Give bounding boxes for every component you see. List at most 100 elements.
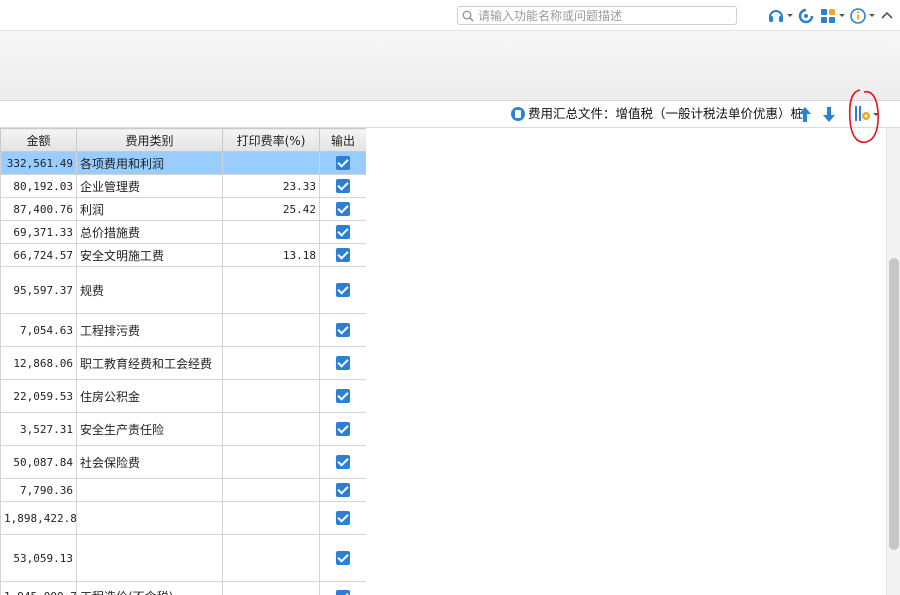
output-checkbox[interactable]	[336, 356, 350, 371]
category-cell[interactable]: 总价措施费	[76, 220, 223, 244]
rate-cell[interactable]	[222, 220, 320, 244]
amount-cell[interactable]: 22,059.53	[0, 379, 77, 413]
amount-cell[interactable]: 7,790.36	[0, 478, 77, 502]
amount-cell[interactable]: 7,054.63	[0, 313, 77, 347]
amount-cell[interactable]: 1,945,000.71	[0, 581, 77, 595]
amount-cell[interactable]: 80,192.03	[0, 174, 77, 198]
rate-cell[interactable]	[222, 412, 320, 446]
output-cell[interactable]	[319, 534, 366, 582]
amount-cell[interactable]: 66,724.57	[0, 243, 77, 267]
amount-cell[interactable]: 1,898,422.85	[0, 501, 77, 535]
output-checkbox[interactable]	[336, 248, 350, 263]
output-checkbox[interactable]	[336, 511, 350, 526]
output-cell[interactable]	[319, 412, 366, 446]
rate-cell[interactable]	[222, 151, 320, 175]
output-checkbox[interactable]	[336, 225, 350, 240]
table-row[interactable]: 7,054.63 工程排污费	[0, 313, 366, 347]
move-up-arrow-icon[interactable]	[798, 106, 812, 123]
output-cell[interactable]	[319, 501, 366, 535]
output-checkbox[interactable]	[336, 551, 350, 566]
table-row[interactable]: 7,790.36	[0, 478, 366, 502]
category-cell[interactable]: 规费	[76, 266, 223, 314]
table-row[interactable]: 3,527.31 安全生产责任险	[0, 412, 366, 446]
output-checkbox[interactable]	[336, 202, 350, 217]
table-row[interactable]: 95,597.37 规费	[0, 266, 366, 314]
output-checkbox[interactable]	[336, 422, 350, 437]
category-cell[interactable]: 各项费用和利润	[76, 151, 223, 175]
table-row[interactable]: 1,945,000.71工程造价(不含税)	[0, 581, 366, 595]
amount-cell[interactable]: 53,059.13	[0, 534, 77, 582]
info-icon[interactable]	[850, 7, 876, 24]
output-cell[interactable]	[319, 445, 366, 479]
output-checkbox[interactable]	[336, 179, 350, 194]
table-row[interactable]: 22,059.53 住房公积金	[0, 379, 366, 413]
refresh-icon[interactable]	[798, 7, 816, 24]
output-checkbox[interactable]	[336, 156, 350, 171]
rate-cell[interactable]	[222, 501, 320, 535]
column-header-category[interactable]: 费用类别	[76, 128, 223, 152]
category-cell[interactable]	[76, 501, 223, 535]
table-row[interactable]: 69,371.33 总价措施费	[0, 220, 366, 244]
rate-cell[interactable]	[222, 379, 320, 413]
table-row[interactable]: 80,192.03 企业管理费 23.33	[0, 174, 366, 198]
output-checkbox[interactable]	[336, 389, 350, 404]
amount-cell[interactable]: 87,400.76	[0, 197, 77, 221]
table-row[interactable]: 66,724.57 安全文明施工费 13.18	[0, 243, 366, 267]
output-cell[interactable]	[319, 220, 366, 244]
output-cell[interactable]	[319, 313, 366, 347]
output-cell[interactable]	[319, 379, 366, 413]
collapse-up-icon[interactable]	[880, 7, 894, 24]
amount-cell[interactable]: 332,561.49	[0, 151, 77, 175]
amount-cell[interactable]: 3,527.31	[0, 412, 77, 446]
rate-cell[interactable]: 25.42	[222, 197, 320, 221]
output-checkbox[interactable]	[336, 455, 350, 470]
category-cell[interactable]: 安全生产责任险	[76, 412, 223, 446]
output-checkbox[interactable]	[336, 589, 350, 595]
rate-cell[interactable]	[222, 346, 320, 380]
output-cell[interactable]	[319, 478, 366, 502]
table-row[interactable]: 12,868.06 职工教育经费和工会经费	[0, 346, 366, 380]
category-cell[interactable]: 职工教育经费和工会经费	[76, 346, 223, 380]
search-input[interactable]: 请输入功能名称或问题描述	[457, 6, 737, 25]
output-cell[interactable]	[319, 174, 366, 198]
column-header-output[interactable]: 输出	[319, 128, 366, 152]
amount-cell[interactable]: 95,597.37	[0, 266, 77, 314]
output-checkbox[interactable]	[336, 323, 350, 338]
output-cell[interactable]	[319, 266, 366, 314]
rate-cell[interactable]	[222, 266, 320, 314]
apps-grid-icon[interactable]	[820, 7, 846, 24]
amount-cell[interactable]: 69,371.33	[0, 220, 77, 244]
output-checkbox[interactable]	[336, 483, 350, 498]
rate-cell[interactable]	[222, 534, 320, 582]
category-cell[interactable]: 住房公积金	[76, 379, 223, 413]
column-header-amount[interactable]: 金额	[0, 128, 77, 152]
output-cell[interactable]	[319, 346, 366, 380]
output-cell[interactable]	[319, 197, 366, 221]
amount-cell[interactable]: 50,087.84	[0, 445, 77, 479]
move-down-arrow-icon[interactable]	[822, 106, 836, 123]
category-cell[interactable]: 企业管理费	[76, 174, 223, 198]
output-cell[interactable]	[319, 243, 366, 267]
category-cell[interactable]: 社会保险费	[76, 445, 223, 479]
output-checkbox[interactable]	[336, 283, 350, 298]
rate-cell[interactable]	[222, 313, 320, 347]
rate-cell[interactable]	[222, 581, 320, 595]
output-cell[interactable]	[319, 581, 366, 595]
category-cell[interactable]	[76, 478, 223, 502]
table-row[interactable]: 87,400.76 利润 25.42	[0, 197, 366, 221]
table-row[interactable]: 53,059.13	[0, 534, 366, 582]
amount-cell[interactable]: 12,868.06	[0, 346, 77, 380]
scrollbar-thumb[interactable]	[889, 258, 899, 550]
category-cell[interactable]: 安全文明施工费	[76, 243, 223, 267]
table-row[interactable]: 1,898,422.85	[0, 501, 366, 535]
vertical-scrollbar[interactable]	[886, 128, 900, 595]
column-header-rate[interactable]: 打印费率(%)	[222, 128, 320, 152]
category-cell[interactable]: 利润	[76, 197, 223, 221]
headset-icon[interactable]	[767, 7, 793, 24]
output-cell[interactable]	[319, 151, 366, 175]
category-cell[interactable]: 工程造价(不含税)	[76, 581, 223, 595]
table-row[interactable]: 332,561.49 各项费用和利润	[0, 151, 366, 175]
rate-cell[interactable]	[222, 478, 320, 502]
rate-cell[interactable]	[222, 445, 320, 479]
table-row[interactable]: 50,087.84 社会保险费	[0, 445, 366, 479]
